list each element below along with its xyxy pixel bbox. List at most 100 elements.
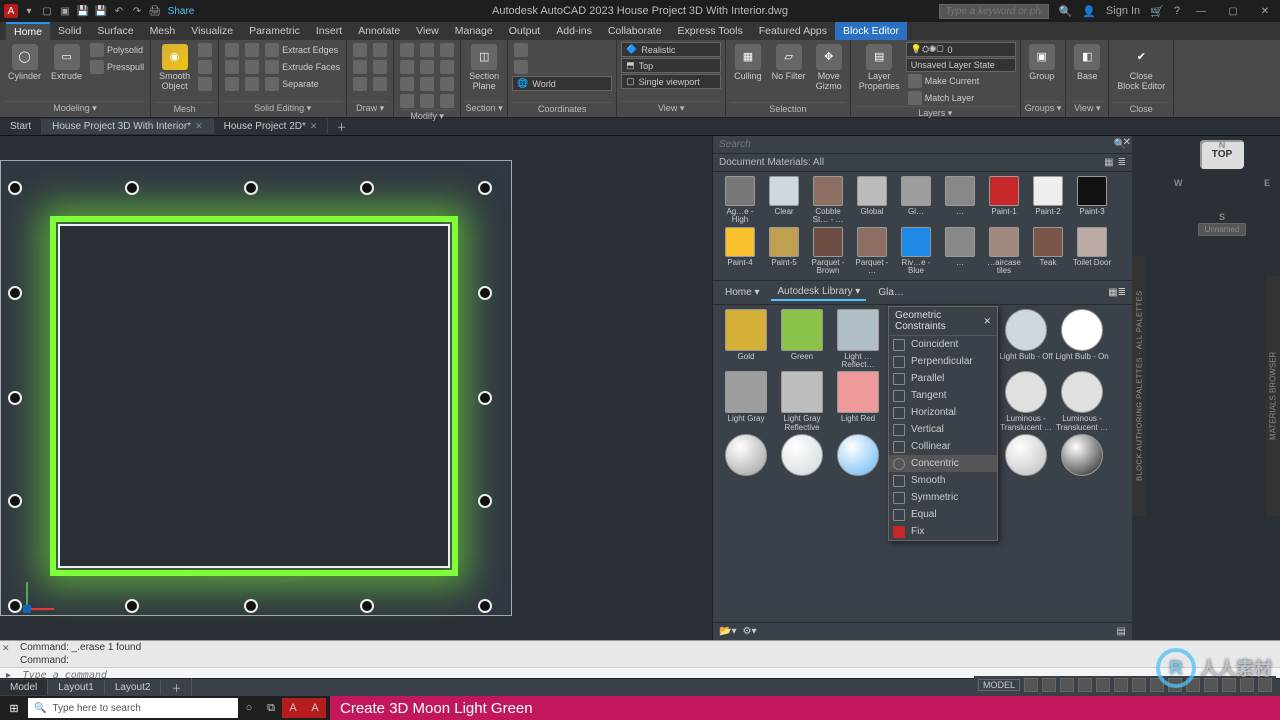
doc-material-item[interactable]: Gl…: [895, 176, 937, 225]
palette-settings-icon[interactable]: ⚙▾: [742, 626, 756, 637]
draw-6[interactable]: [371, 76, 389, 92]
constraint-parallel[interactable]: Parallel: [889, 370, 997, 387]
material-search-input[interactable]: [719, 139, 1114, 150]
tab-express[interactable]: Express Tools: [670, 22, 751, 40]
doc-material-item[interactable]: Paint-1: [983, 176, 1025, 225]
library-material-item[interactable]: Light … Reflect…: [831, 309, 885, 370]
tab-close-icon-2[interactable]: ✕: [310, 121, 318, 132]
viewcube-e[interactable]: E: [1264, 178, 1270, 188]
lib-tab-glass[interactable]: Gla…: [872, 285, 910, 300]
mesh-opt3[interactable]: [196, 76, 214, 92]
viewcube-w[interactable]: W: [1174, 178, 1183, 188]
block-authoring-label[interactable]: BLOCK AUTHORING PALETTES · ALL PALETTES: [1132, 256, 1146, 516]
constraint-horizontal[interactable]: Horizontal: [889, 404, 997, 421]
doc-material-item[interactable]: Paint-5: [763, 227, 805, 276]
viewcube-ucs-name[interactable]: Unnamed: [1198, 223, 1247, 236]
lib-view-grid-icon[interactable]: ▦: [1108, 287, 1117, 298]
ctx-close-icon[interactable]: ✕: [983, 316, 991, 327]
constraint-perpendicular[interactable]: Perpendicular: [889, 353, 997, 370]
status-dyn-icon[interactable]: [1132, 678, 1146, 692]
nofilter-button[interactable]: ▱No Filter: [768, 42, 810, 84]
panel-view2-title[interactable]: View ▾: [1070, 101, 1104, 115]
se-opt5[interactable]: [243, 59, 261, 75]
tab-insert[interactable]: Insert: [308, 22, 350, 40]
qat-menu-icon[interactable]: ▾: [22, 4, 36, 18]
panel-solid-editing-title[interactable]: Solid Editing ▾: [223, 101, 342, 115]
taskbar-app2-icon[interactable]: A: [304, 698, 326, 718]
se-opt3[interactable]: [223, 76, 241, 92]
library-material-item[interactable]: Green: [775, 309, 829, 370]
mod-10[interactable]: [438, 59, 456, 75]
constraint-symmetric[interactable]: Symmetric: [889, 489, 997, 506]
viewport-dropdown[interactable]: ▢ Single viewport: [621, 74, 721, 89]
qat-save-icon[interactable]: 💾: [76, 4, 90, 18]
culling-button[interactable]: ▦Culling: [730, 42, 766, 84]
panel-modeling-title[interactable]: Modeling ▾: [4, 101, 146, 115]
doc-material-item[interactable]: Global: [851, 176, 893, 225]
share-link[interactable]: Share: [174, 4, 188, 18]
status-ortho-icon[interactable]: [1060, 678, 1074, 692]
signin-label[interactable]: Sign In: [1106, 5, 1140, 17]
smooth-button[interactable]: ◉Smooth Object: [155, 42, 194, 94]
mod-3[interactable]: [398, 76, 416, 92]
mod-6[interactable]: [418, 59, 436, 75]
tab-block-editor[interactable]: Block Editor: [835, 22, 907, 40]
library-material-item[interactable]: Light Red: [831, 371, 885, 432]
tab-solid[interactable]: Solid: [50, 22, 89, 40]
tab-manage[interactable]: Manage: [447, 22, 501, 40]
constraint-tangent[interactable]: Tangent: [889, 387, 997, 404]
doc-material-item[interactable]: …aircase tiles: [983, 227, 1025, 276]
close-block-editor-button[interactable]: ✔Close Block Editor: [1113, 42, 1169, 94]
panel-layers-title[interactable]: Layers ▾: [855, 106, 1016, 120]
doc-material-item[interactable]: Toilet Door: [1071, 227, 1113, 276]
se-opt6[interactable]: [243, 76, 261, 92]
qat-new-icon[interactable]: ▢: [40, 4, 54, 18]
taskbar-search[interactable]: 🔍Type here to search: [28, 698, 238, 718]
library-material-item[interactable]: [999, 434, 1053, 478]
status-iso-icon[interactable]: [1114, 678, 1128, 692]
separate-button[interactable]: Separate: [263, 76, 342, 92]
ucs-icon[interactable]: [22, 574, 62, 614]
library-material-item[interactable]: Light Gray: [719, 371, 773, 432]
doc-material-item[interactable]: Cobble St… - …: [807, 176, 849, 225]
draw-2[interactable]: [351, 59, 369, 75]
search-go-icon[interactable]: 🔍: [1059, 5, 1073, 18]
mod-11[interactable]: [438, 76, 456, 92]
help-icon[interactable]: ?: [1174, 5, 1180, 17]
library-material-item[interactable]: [831, 434, 885, 478]
taskbar-cortana-icon[interactable]: ○: [238, 698, 260, 718]
doc-material-item[interactable]: Parquet - …: [851, 227, 893, 276]
tab-collaborate[interactable]: Collaborate: [600, 22, 670, 40]
section-plane-button[interactable]: ◫Section Plane: [465, 42, 503, 94]
group-button[interactable]: ▣Group: [1025, 42, 1059, 84]
materials-browser-label[interactable]: MATERIALS BROWSER: [1266, 276, 1280, 516]
coord-1[interactable]: [512, 42, 612, 58]
visual-style-dropdown[interactable]: 🔷 Realistic: [621, 42, 721, 57]
app-store-icon[interactable]: 🛒: [1150, 5, 1164, 18]
drawing-canvas[interactable]: [0, 136, 712, 640]
tab-mesh[interactable]: Mesh: [142, 22, 184, 40]
doc-material-item[interactable]: Teak: [1027, 227, 1069, 276]
taskbar-taskview-icon[interactable]: ⧉: [260, 698, 282, 718]
doc-material-item[interactable]: Parquet - Brown: [807, 227, 849, 276]
library-material-item[interactable]: [775, 434, 829, 478]
tab-home[interactable]: Home: [6, 22, 50, 40]
mod-4[interactable]: [398, 93, 416, 109]
world-dropdown[interactable]: 🌐 World: [512, 76, 612, 91]
se-opt1[interactable]: [223, 42, 241, 58]
window-minimize[interactable]: —: [1190, 2, 1212, 20]
extrude-faces-button[interactable]: Extrude Faces: [263, 59, 342, 75]
doc-material-item[interactable]: …: [939, 176, 981, 225]
doc-material-item[interactable]: Paint-2: [1027, 176, 1069, 225]
lib-tab-home[interactable]: Home ▾: [719, 285, 765, 300]
palette-close-icon[interactable]: ✕: [1120, 136, 1134, 149]
layout-1[interactable]: Layout1: [48, 680, 105, 695]
tab-start[interactable]: Start: [0, 119, 42, 134]
make-current-button[interactable]: Make Current: [906, 73, 1016, 89]
mesh-opt2[interactable]: [196, 59, 214, 75]
tab-surface[interactable]: Surface: [89, 22, 141, 40]
library-material-item[interactable]: Luminous - Translucent …: [999, 371, 1053, 432]
library-material-item[interactable]: Gold: [719, 309, 773, 370]
layout-add[interactable]: ＋: [161, 678, 192, 697]
qat-open-icon[interactable]: ▣: [58, 4, 72, 18]
